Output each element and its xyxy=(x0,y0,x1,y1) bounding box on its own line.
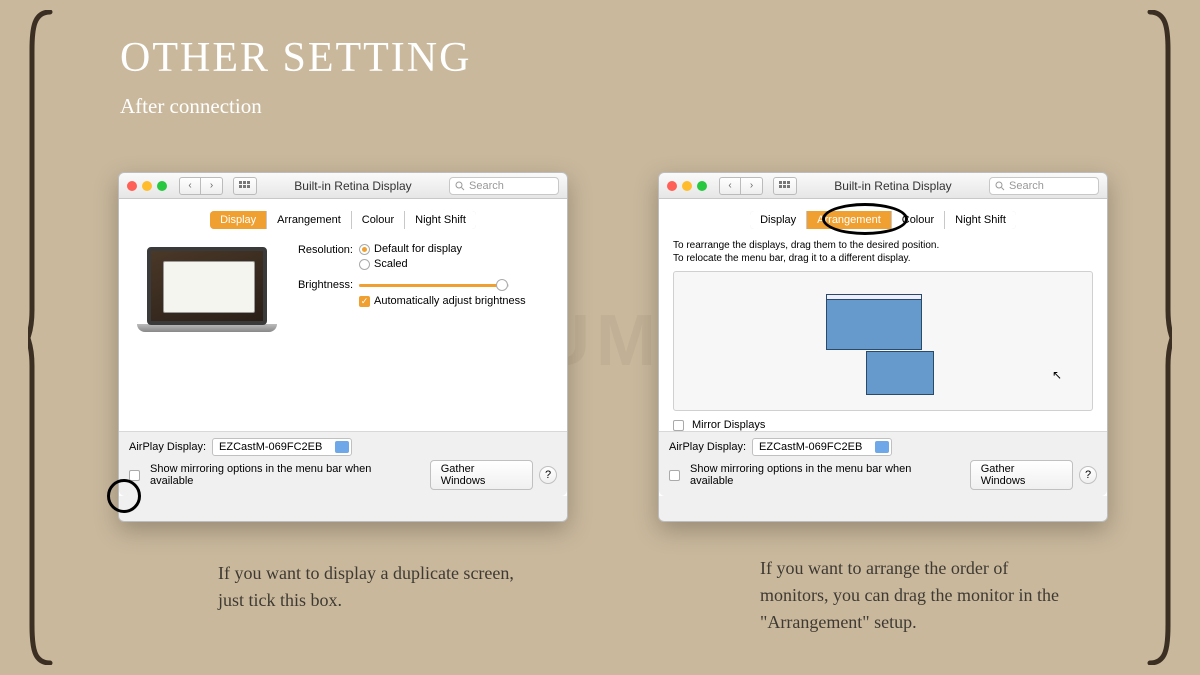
zoom-icon[interactable] xyxy=(697,181,707,191)
laptop-preview-icon xyxy=(137,247,277,347)
display-2-icon[interactable] xyxy=(866,351,934,395)
airplay-label: AirPlay Display: xyxy=(129,441,206,453)
caption-left: If you want to display a duplicate scree… xyxy=(218,560,518,614)
resolution-scaled-text: Scaled xyxy=(374,258,408,270)
bracket-left-icon xyxy=(28,10,56,665)
arrangement-hint: To rearrange the displays, drag them to … xyxy=(673,239,1093,265)
forward-button[interactable]: › xyxy=(201,177,223,195)
mirror-options-checkbox[interactable] xyxy=(129,470,140,481)
window-title: Built-in Retina Display xyxy=(803,179,983,193)
search-icon xyxy=(455,181,465,191)
help-button[interactable]: ? xyxy=(539,466,557,484)
display-arrangement-area[interactable]: ↖ xyxy=(673,271,1093,411)
mirror-displays-checkbox[interactable] xyxy=(673,420,684,431)
search-icon xyxy=(995,181,1005,191)
resolution-default-text: Default for display xyxy=(374,243,462,255)
minimize-icon[interactable] xyxy=(682,181,692,191)
tab-display[interactable]: Display xyxy=(210,211,267,229)
window-controls xyxy=(667,181,707,191)
gather-windows-button[interactable]: Gather Windows xyxy=(970,460,1073,490)
bracket-right-icon xyxy=(1144,10,1172,665)
airplay-select[interactable]: EZCastM-069FC2EB xyxy=(752,438,892,456)
brightness-label: Brightness: xyxy=(287,278,359,291)
mirror-options-label: Show mirroring options in the menu bar w… xyxy=(150,463,418,487)
mirror-options-label: Show mirroring options in the menu bar w… xyxy=(690,463,958,487)
window-titlebar: ‹ › Built-in Retina Display Search xyxy=(119,173,567,199)
minimize-icon[interactable] xyxy=(142,181,152,191)
airplay-select[interactable]: EZCastM-069FC2EB xyxy=(212,438,352,456)
grid-view-button[interactable] xyxy=(233,177,257,195)
forward-button[interactable]: › xyxy=(741,177,763,195)
tab-arrangement[interactable]: Arrangement xyxy=(267,211,352,229)
mirror-options-checkbox[interactable] xyxy=(669,470,680,481)
help-button[interactable]: ? xyxy=(1079,466,1097,484)
tab-arrangement[interactable]: Arrangement xyxy=(807,211,892,229)
tab-display[interactable]: Display xyxy=(750,211,807,229)
window-footer: AirPlay Display: EZCastM-069FC2EB Show m… xyxy=(659,431,1107,496)
resolution-scaled-radio[interactable] xyxy=(359,259,370,270)
tab-colour[interactable]: Colour xyxy=(892,211,945,229)
grid-view-button[interactable] xyxy=(773,177,797,195)
search-input[interactable]: Search xyxy=(449,177,559,195)
back-button[interactable]: ‹ xyxy=(719,177,741,195)
nav-buttons: ‹ › xyxy=(179,177,223,195)
resolution-label: Resolution: xyxy=(287,243,359,256)
caption-right: If you want to arrange the order of moni… xyxy=(760,555,1060,636)
gather-windows-button[interactable]: Gather Windows xyxy=(430,460,533,490)
back-button[interactable]: ‹ xyxy=(179,177,201,195)
close-icon[interactable] xyxy=(667,181,677,191)
mirror-displays-label: Mirror Displays xyxy=(692,419,765,431)
auto-brightness-checkbox[interactable] xyxy=(359,296,370,307)
tab-night-shift[interactable]: Night Shift xyxy=(945,211,1016,229)
tab-night-shift[interactable]: Night Shift xyxy=(405,211,476,229)
window-title: Built-in Retina Display xyxy=(263,179,443,193)
page-title: OTHER SETTING xyxy=(120,34,471,82)
window-controls xyxy=(127,181,167,191)
airplay-label: AirPlay Display: xyxy=(669,441,746,453)
close-icon[interactable] xyxy=(127,181,137,191)
search-placeholder: Search xyxy=(469,180,504,192)
window-footer: AirPlay Display: EZCastM-069FC2EB Show m… xyxy=(119,431,567,496)
search-input[interactable]: Search xyxy=(989,177,1099,195)
arrangement-settings-window: ‹ › Built-in Retina Display Search Displ… xyxy=(658,172,1108,522)
tabs: Display Arrangement Colour Night Shift xyxy=(119,211,567,229)
cursor-icon: ↖ xyxy=(1052,368,1062,382)
window-titlebar: ‹ › Built-in Retina Display Search xyxy=(659,173,1107,199)
display-1-icon[interactable] xyxy=(826,294,922,350)
tab-colour[interactable]: Colour xyxy=(352,211,405,229)
resolution-default-radio[interactable] xyxy=(359,244,370,255)
brightness-slider[interactable] xyxy=(359,284,509,287)
zoom-icon[interactable] xyxy=(157,181,167,191)
page-subtitle: After connection xyxy=(120,94,262,119)
display-settings-window: ‹ › Built-in Retina Display Search Displ… xyxy=(118,172,568,522)
auto-brightness-text: Automatically adjust brightness xyxy=(374,295,526,307)
